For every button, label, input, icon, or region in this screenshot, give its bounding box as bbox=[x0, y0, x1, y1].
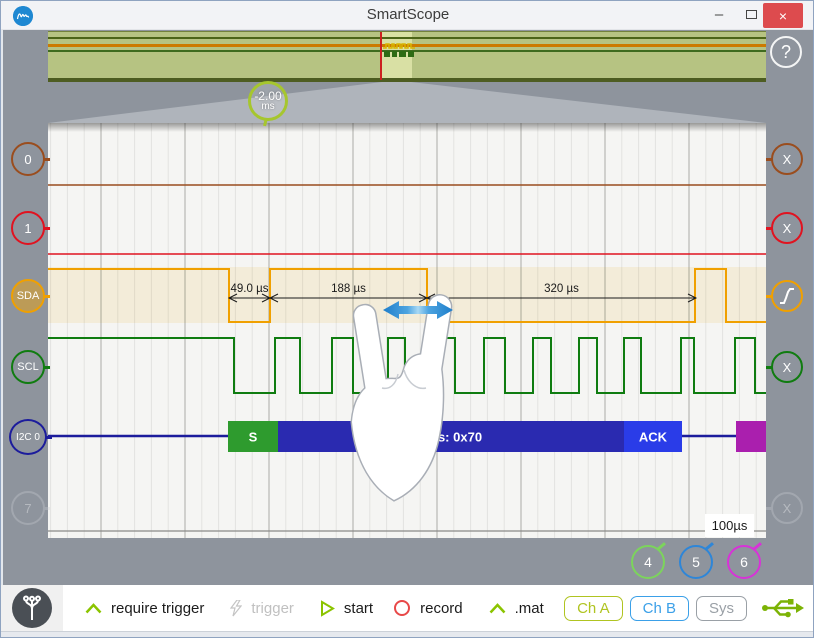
channel-badge-sda[interactable]: SDA bbox=[11, 279, 45, 313]
wave-marker-5[interactable]: 5 bbox=[679, 545, 713, 579]
usb-status bbox=[761, 596, 805, 620]
record-label: record bbox=[420, 600, 463, 617]
chevron-up-icon bbox=[489, 603, 506, 614]
channel-remove-button-1[interactable]: X bbox=[771, 212, 803, 244]
trigger-edge-button-sda[interactable] bbox=[771, 280, 803, 312]
channel-label: SCL bbox=[17, 361, 38, 373]
remove-label: X bbox=[783, 221, 792, 236]
close-button[interactable]: × bbox=[763, 3, 803, 28]
lightning-icon bbox=[230, 600, 242, 617]
play-icon bbox=[320, 600, 335, 617]
remove-label: X bbox=[783, 152, 792, 167]
wave-marker-6[interactable]: 6 bbox=[727, 545, 761, 579]
channel-badge-0[interactable]: 0 bbox=[11, 142, 45, 176]
menu-logo-cell[interactable] bbox=[1, 585, 63, 631]
require-trigger-label: require trigger bbox=[111, 600, 204, 617]
channel-badge-scl[interactable]: SCL bbox=[11, 350, 45, 384]
window-frame-left bbox=[1, 30, 3, 585]
channel-label: I2C 0 bbox=[16, 432, 40, 443]
remove-label: X bbox=[783, 360, 792, 375]
main-area: ? -2.00 ms Ss: 0x70ACK49.0 µs188 µs320 µ… bbox=[1, 30, 814, 585]
channel-badge-7[interactable]: 7 bbox=[11, 491, 45, 525]
pan-direction-arrow-icon bbox=[382, 300, 454, 320]
marker-label: 5 bbox=[692, 554, 700, 570]
start-button[interactable]: start bbox=[320, 600, 373, 617]
labnation-logo-icon bbox=[12, 588, 52, 628]
trigger-label: trigger bbox=[251, 600, 294, 617]
time-offset-unit: ms bbox=[261, 102, 274, 112]
title-bar: SmartScope – × bbox=[1, 1, 814, 30]
minimize-button[interactable]: – bbox=[705, 1, 733, 27]
require-trigger-button[interactable]: require trigger bbox=[85, 600, 204, 617]
window-frame-bottom bbox=[1, 631, 814, 638]
remove-label: X bbox=[783, 501, 792, 516]
usb-icon bbox=[761, 596, 805, 620]
channel-remove-button-0[interactable]: X bbox=[771, 143, 803, 175]
channel-badge-1[interactable]: 1 bbox=[11, 211, 45, 245]
maximize-icon bbox=[746, 10, 757, 19]
channel-b-button[interactable]: Ch B bbox=[630, 596, 689, 621]
smartscope-window: SmartScope – × ? bbox=[0, 0, 814, 638]
bottom-toolbar: require trigger trigger start record .ma… bbox=[1, 585, 814, 631]
channel-label: SDA bbox=[17, 290, 40, 302]
mat-label: .mat bbox=[515, 600, 544, 617]
marker-label: 6 bbox=[740, 554, 748, 570]
time-offset-badge[interactable]: -2.00 ms bbox=[248, 81, 288, 121]
channel-label: 1 bbox=[24, 221, 31, 236]
trigger-button[interactable]: trigger bbox=[230, 600, 294, 617]
wave-marker-4[interactable]: 4 bbox=[631, 545, 665, 579]
window-title: SmartScope bbox=[1, 6, 814, 23]
channel-remove-button-scl[interactable]: X bbox=[771, 351, 803, 383]
channel-label: 0 bbox=[24, 152, 31, 167]
timebase-label: 100µs bbox=[705, 514, 754, 537]
start-label: start bbox=[344, 600, 373, 617]
mat-export-button[interactable]: .mat bbox=[489, 600, 544, 617]
pan-gesture-hand bbox=[338, 292, 464, 504]
record-button[interactable]: record bbox=[393, 599, 463, 617]
channel-remove-button-7[interactable]: X bbox=[771, 492, 803, 524]
channel-badge-i2c0[interactable]: I2C 0 bbox=[9, 419, 47, 455]
marker-label: 4 bbox=[644, 554, 652, 570]
channel-label: 7 bbox=[24, 501, 31, 516]
system-button[interactable]: Sys bbox=[696, 596, 747, 621]
maximize-button[interactable] bbox=[737, 1, 765, 27]
chevron-up-icon bbox=[85, 603, 102, 614]
channel-a-button[interactable]: Ch A bbox=[564, 596, 623, 621]
trigger-edge-icon bbox=[778, 285, 796, 307]
record-circle-icon bbox=[393, 599, 411, 617]
